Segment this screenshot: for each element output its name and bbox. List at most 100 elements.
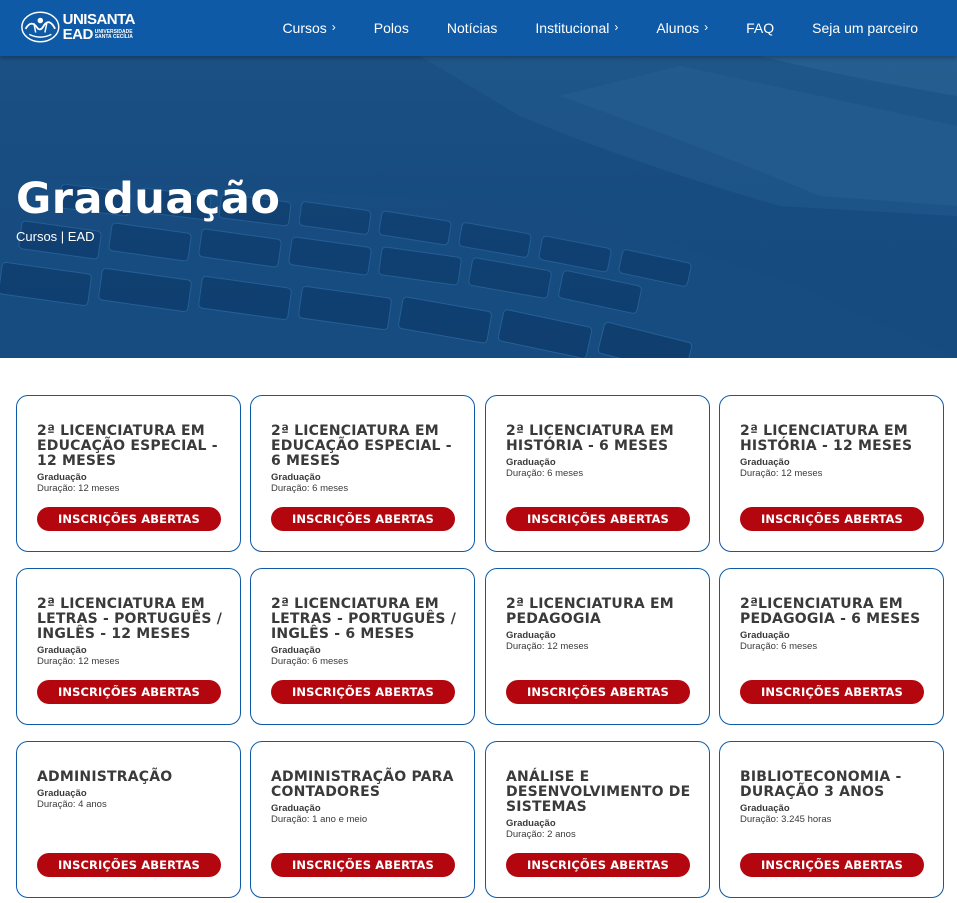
course-meta: Graduação Duração: 6 meses	[271, 645, 461, 667]
course-level: Graduação	[740, 630, 790, 641]
unisanta-ead-logo[interactable]: UNISANTA EAD UNIVERSIDADE SANTA CECÍLIA	[20, 7, 136, 47]
logo-wordmark: UNISANTA	[62, 11, 136, 28]
course-title[interactable]: 2ª LICENCIATURA EM LETRAS - PORTUGUÊS / …	[37, 597, 227, 642]
course-duration: Duração: 6 meses	[740, 641, 818, 652]
course-meta: Graduação Duração: 12 meses	[37, 645, 227, 667]
course-level: Graduação	[271, 472, 321, 483]
nav-item-institucional[interactable]: Institucional ›	[535, 20, 618, 36]
inscricoes-abertas-button[interactable]: INSCRIÇÕES ABERTAS	[271, 680, 455, 704]
course-meta: Graduação Duração: 12 meses	[506, 630, 696, 652]
course-duration: Duração: 2 anos	[506, 829, 576, 840]
course-card[interactable]: 2ª LICENCIATURA EM HISTÓRIA - 12 MESES Gr…	[719, 395, 944, 552]
course-card[interactable]: 2ª LICENCIATURA EM LETRAS - PORTUGUÊS / …	[250, 568, 475, 725]
breadcrumb: Cursos | EAD	[16, 229, 95, 244]
course-level: Graduação	[506, 630, 556, 641]
course-title[interactable]: BIBLIOTECONOMIA - DURAÇÃO 3 ANOS	[740, 770, 930, 800]
course-title[interactable]: 2ª LICENCIATURA EM LETRAS - PORTUGUÊS / …	[271, 597, 461, 642]
course-meta: Graduação Duração: 6 meses	[740, 630, 930, 652]
breadcrumb-separator: |	[57, 229, 68, 244]
course-card[interactable]: ANÁLISE E DESENVOLVIMENTO DE SISTEMAS Gra…	[485, 741, 710, 898]
course-card[interactable]: BIBLIOTECONOMIA - DURAÇÃO 3 ANOS Graduaçã…	[719, 741, 944, 898]
inscricoes-abertas-button[interactable]: INSCRIÇÕES ABERTAS	[506, 507, 690, 531]
main-nav: Cursos › Polos Notícias Institucional › Alunos…	[282, 0, 957, 56]
course-card[interactable]: 2ªLICENCIATURA EM PEDAGOGIA - 6 MESES Gra…	[719, 568, 944, 725]
course-level: Graduação	[37, 788, 87, 799]
hero-banner: Graduação Cursos | EAD	[0, 56, 957, 358]
course-meta: Graduação Duração: 4 anos	[37, 788, 227, 810]
nav-item-label: Institucional	[535, 20, 610, 36]
course-title[interactable]: 2ª LICENCIATURA EM EDUCAÇÃO ESPECIAL - 1…	[37, 424, 227, 469]
course-duration: Duração: 12 meses	[506, 641, 589, 652]
inscricoes-abertas-button[interactable]: INSCRIÇÕES ABERTAS	[271, 853, 455, 877]
site-header: UNISANTA EAD UNIVERSIDADE SANTA CECÍLIA C…	[0, 0, 957, 56]
course-card[interactable]: 2ª LICENCIATURA EM LETRAS - PORTUGUÊS / …	[16, 568, 241, 725]
course-title[interactable]: ADMINISTRAÇÃO PARA CONTADORES	[271, 770, 461, 800]
inscricoes-abertas-button[interactable]: INSCRIÇÕES ABERTAS	[740, 680, 924, 704]
seal-icon	[21, 11, 60, 43]
inscricoes-abertas-button[interactable]: INSCRIÇÕES ABERTAS	[506, 680, 690, 704]
course-card[interactable]: 2ª LICENCIATURA EM PEDAGOGIA Graduação Dur…	[485, 568, 710, 725]
course-duration: Duração: 12 meses	[740, 468, 823, 479]
course-card[interactable]: ADMINISTRAÇÃO Graduação Duração: 4 anos INS…	[16, 741, 241, 898]
nav-item-label: Alunos	[656, 20, 700, 36]
course-level: Graduação	[271, 645, 321, 656]
inscricoes-abertas-button[interactable]: INSCRIÇÕES ABERTAS	[740, 507, 924, 531]
course-level: Graduação	[506, 457, 556, 468]
inscricoes-abertas-button[interactable]: INSCRIÇÕES ABERTAS	[37, 507, 221, 531]
inscricoes-abertas-button[interactable]: INSCRIÇÕES ABERTAS	[740, 853, 924, 877]
course-duration: Duração: 12 meses	[37, 656, 120, 667]
course-title[interactable]: ADMINISTRAÇÃO	[37, 770, 227, 785]
course-level: Graduação	[506, 818, 556, 829]
course-meta: Graduação Duração: 2 anos	[506, 818, 696, 840]
course-meta: Graduação Duração: 6 meses	[271, 472, 461, 494]
course-level: Graduação	[271, 803, 321, 814]
breadcrumb-ead: EAD	[67, 229, 95, 244]
course-title[interactable]: ANÁLISE E DESENVOLVIMENTO DE SISTEMAS	[506, 770, 696, 815]
chevron-right-icon: ›	[704, 20, 709, 34]
nav-item-label: Polos	[373, 20, 409, 36]
nav-item-not-cias[interactable]: Notícias	[447, 20, 498, 36]
page-title: Graduação	[16, 174, 281, 224]
nav-item-label: Notícias	[446, 20, 498, 36]
course-duration: Duração: 6 meses	[506, 468, 584, 479]
course-level: Graduação	[740, 803, 790, 814]
course-meta: Graduação Duração: 12 meses	[37, 472, 227, 494]
inscricoes-abertas-button[interactable]: INSCRIÇÕES ABERTAS	[271, 507, 455, 531]
course-card[interactable]: 2ª LICENCIATURA EM EDUCAÇÃO ESPECIAL - 1…	[16, 395, 241, 552]
course-duration: Duração: 6 meses	[271, 483, 349, 494]
course-title[interactable]: 2ªLICENCIATURA EM PEDAGOGIA - 6 MESES	[740, 597, 930, 627]
logo-ead: EAD	[62, 26, 94, 43]
course-title[interactable]: 2ª LICENCIATURA EM HISTÓRIA - 6 MESES	[506, 424, 696, 454]
nav-item-faq[interactable]: FAQ	[746, 20, 774, 36]
course-card[interactable]: 2ª LICENCIATURA EM EDUCAÇÃO ESPECIAL - 6…	[250, 395, 475, 552]
nav-item-label: FAQ	[746, 20, 775, 36]
course-card[interactable]: ADMINISTRAÇÃO PARA CONTADORES Graduação Du…	[250, 741, 475, 898]
course-level: Graduação	[37, 472, 87, 483]
nav-item-alunos[interactable]: Alunos ›	[656, 20, 708, 36]
course-duration: Duração: 12 meses	[37, 483, 120, 494]
nav-item-label: Seja um parceiro	[812, 20, 918, 36]
nav-item-seja-um-parceiro[interactable]: Seja um parceiro	[812, 20, 918, 36]
course-title[interactable]: 2ª LICENCIATURA EM HISTÓRIA - 12 MESES	[740, 424, 930, 454]
course-title[interactable]: 2ª LICENCIATURA EM EDUCAÇÃO ESPECIAL - 6…	[271, 424, 461, 469]
nav-item-label: Cursos	[282, 20, 327, 36]
course-duration: Duração: 4 anos	[37, 799, 107, 810]
inscricoes-abertas-button[interactable]: INSCRIÇÕES ABERTAS	[37, 853, 221, 877]
inscricoes-abertas-button[interactable]: INSCRIÇÕES ABERTAS	[37, 680, 221, 704]
chevron-right-icon: ›	[614, 20, 619, 34]
course-level: Graduação	[37, 645, 87, 656]
course-level: Graduação	[740, 457, 790, 468]
nav-item-polos[interactable]: Polos	[374, 20, 409, 36]
course-meta: Graduação Duração: 1 ano e meio	[271, 803, 461, 825]
course-meta: Graduação Duração: 12 meses	[740, 457, 930, 479]
nav-item-cursos[interactable]: Cursos ›	[282, 20, 335, 36]
chevron-right-icon: ›	[331, 20, 336, 34]
course-duration: Duração: 1 ano e meio	[271, 814, 368, 825]
course-duration: Duração: 3.245 horas	[740, 814, 832, 825]
inscricoes-abertas-button[interactable]: INSCRIÇÕES ABERTAS	[506, 853, 690, 877]
breadcrumb-cursos[interactable]: Cursos	[16, 229, 57, 244]
course-meta: Graduação Duração: 3.245 horas	[740, 803, 930, 825]
course-title[interactable]: 2ª LICENCIATURA EM PEDAGOGIA	[506, 597, 696, 627]
course-duration: Duração: 6 meses	[271, 656, 349, 667]
course-card[interactable]: 2ª LICENCIATURA EM HISTÓRIA - 6 MESES Gra…	[485, 395, 710, 552]
